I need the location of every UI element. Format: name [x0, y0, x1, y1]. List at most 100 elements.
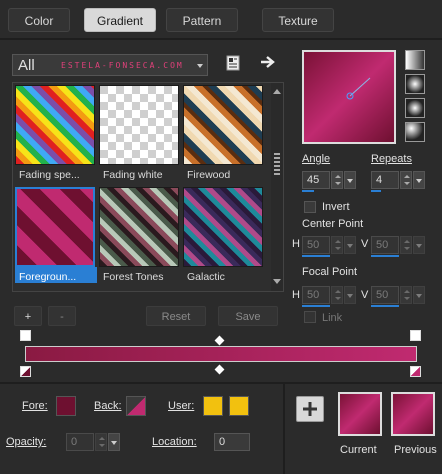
- center-h-spinner[interactable]: [331, 236, 343, 254]
- color-midpoint[interactable]: [214, 364, 225, 375]
- add-swatch-button[interactable]: [296, 396, 324, 422]
- scroll-up-icon[interactable]: [273, 89, 281, 94]
- link-label: Link: [322, 312, 343, 324]
- invert-checkbox[interactable]: [304, 201, 316, 213]
- color-stop-left[interactable]: [20, 366, 31, 377]
- preset-forest-tones[interactable]: Forest Tones: [99, 187, 183, 283]
- opacity-stop-right[interactable]: [410, 330, 421, 341]
- link-checkbox[interactable]: [304, 311, 316, 323]
- preset-fading-white[interactable]: Fading white: [99, 85, 183, 181]
- current-label: Current: [340, 444, 377, 456]
- fore-label: Fore:: [22, 400, 48, 412]
- focal-h-slider-fill: [302, 305, 330, 307]
- back-label-text: Back:: [94, 400, 122, 412]
- center-v-input[interactable]: 50: [371, 236, 399, 254]
- angle-label-text: Angle: [302, 153, 331, 165]
- gradient-bar[interactable]: [25, 346, 417, 362]
- tab-color[interactable]: Color: [8, 8, 70, 32]
- rectangular-style-icon[interactable]: [405, 74, 425, 94]
- file-list-icon[interactable]: [225, 54, 241, 72]
- center-h-dropdown[interactable]: [344, 236, 356, 254]
- color-stop-right[interactable]: [410, 366, 421, 377]
- fore-label-text: Fore:: [22, 400, 48, 412]
- repeats-spinner[interactable]: [400, 171, 412, 189]
- preset-swatch: [99, 187, 179, 267]
- preset-grid: Fading spe... Fading white Firewood Fore…: [12, 82, 284, 292]
- preset-label: Fading spe...: [19, 169, 80, 181]
- save-button[interactable]: Save: [218, 306, 278, 326]
- category-value: All: [18, 57, 35, 74]
- sunburst-style-icon[interactable]: [405, 98, 425, 118]
- gradient-dialog: Color Gradient Pattern Texture All ESTEL…: [0, 0, 442, 474]
- preset-swatch: [183, 187, 263, 267]
- scroll-down-icon[interactable]: [273, 279, 281, 284]
- preset-galactic[interactable]: Galactic: [183, 187, 267, 283]
- preset-swatch: [15, 85, 95, 165]
- opacity-stop-left[interactable]: [20, 330, 31, 341]
- opacity-label: Opacity:: [6, 436, 46, 448]
- angle-slider-fill: [302, 190, 314, 192]
- opacity-dropdown[interactable]: [108, 433, 120, 451]
- focal-v-input[interactable]: 50: [371, 286, 399, 304]
- chevron-down-icon: [197, 64, 203, 68]
- back-swatch[interactable]: [126, 396, 146, 416]
- tab-texture[interactable]: Texture: [262, 8, 334, 32]
- focal-v-slider-fill: [371, 305, 399, 307]
- repeats-dropdown[interactable]: [413, 171, 425, 189]
- tab-pattern[interactable]: Pattern: [166, 8, 238, 32]
- scrollbar[interactable]: [271, 83, 283, 291]
- add-stop-button[interactable]: +: [14, 306, 42, 326]
- scroll-thumb[interactable]: [274, 153, 280, 177]
- center-v-dropdown[interactable]: [413, 236, 425, 254]
- bottom-vertical-divider: [283, 384, 285, 474]
- focal-v-dropdown[interactable]: [413, 286, 425, 304]
- preset-fading-spectrum[interactable]: Fading spe...: [15, 85, 99, 181]
- preset-firewood[interactable]: Firewood: [183, 85, 267, 181]
- focal-h-input[interactable]: 50: [302, 286, 330, 304]
- linear-style-icon[interactable]: [405, 50, 425, 70]
- center-point-label: Center Point: [302, 218, 364, 230]
- center-v-label: V: [361, 238, 369, 250]
- user-swatch-2[interactable]: [229, 396, 249, 416]
- user-label-text: User:: [168, 400, 195, 412]
- preset-label: Foregroun...: [19, 271, 77, 283]
- current-swatch[interactable]: [338, 392, 382, 436]
- center-v-spinner[interactable]: [400, 236, 412, 254]
- reset-button[interactable]: Reset: [146, 306, 206, 326]
- opacity-midpoint[interactable]: [214, 335, 225, 346]
- focal-h-spinner[interactable]: [331, 286, 343, 304]
- bottom-divider: [0, 382, 442, 384]
- focal-v-spinner[interactable]: [400, 286, 412, 304]
- opacity-spinner[interactable]: [95, 433, 107, 451]
- center-h-input[interactable]: 50: [302, 236, 330, 254]
- remove-stop-button[interactable]: -: [48, 306, 76, 326]
- fore-swatch[interactable]: [56, 396, 76, 416]
- focal-point-label: Focal Point: [302, 266, 358, 278]
- category-select[interactable]: All ESTELA-FONSECA.COM: [12, 54, 208, 76]
- preset-label: Fading white: [103, 169, 163, 181]
- angle-input[interactable]: 45: [302, 171, 330, 189]
- angle-spinner[interactable]: [331, 171, 343, 189]
- preset-foreground-background[interactable]: Foregroun...: [15, 187, 99, 283]
- preset-label: Forest Tones: [103, 271, 164, 283]
- tab-gradient[interactable]: Gradient: [84, 8, 156, 32]
- repeats-input[interactable]: 4: [371, 171, 399, 189]
- arrow-right-icon[interactable]: [259, 54, 277, 70]
- gradient-preview[interactable]: [302, 50, 396, 144]
- location-label: Location:: [152, 436, 197, 448]
- center-h-slider-fill: [302, 255, 330, 257]
- angle-dropdown[interactable]: [344, 171, 356, 189]
- opacity-label-text: Opacity:: [6, 436, 47, 448]
- repeats-label-text: Repeats: [371, 153, 412, 165]
- repeats-slider-fill: [371, 190, 381, 192]
- location-input[interactable]: 0: [214, 433, 250, 451]
- focal-v-label: V: [361, 289, 369, 301]
- invert-label: Invert: [322, 201, 350, 213]
- radial-style-icon[interactable]: [405, 122, 425, 142]
- user-swatch-1[interactable]: [203, 396, 223, 416]
- center-h-label: H: [292, 238, 300, 250]
- focal-h-dropdown[interactable]: [344, 286, 356, 304]
- opacity-input[interactable]: 0: [66, 433, 94, 451]
- previous-swatch[interactable]: [391, 392, 435, 436]
- watermark-text: ESTELA-FONSECA.COM: [61, 61, 184, 70]
